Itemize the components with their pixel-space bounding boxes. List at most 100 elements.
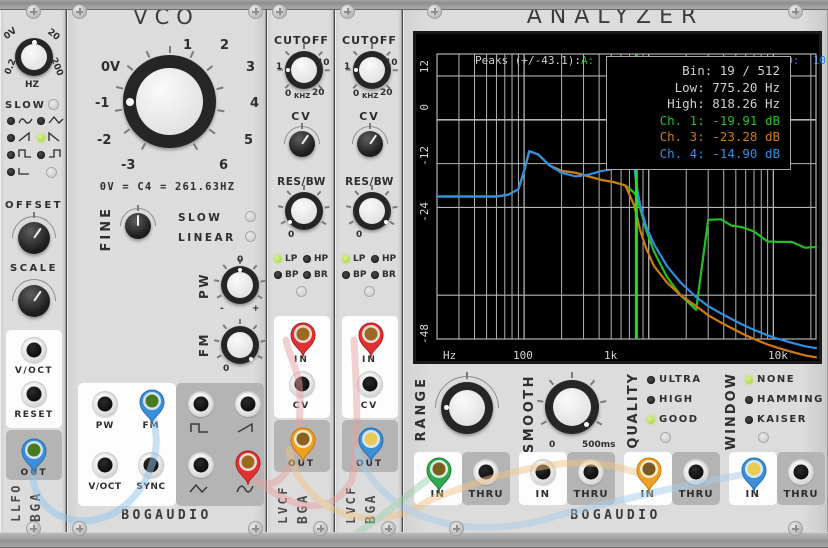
- analyzer-ch1-thru-label: THRU: [468, 489, 504, 500]
- vcf1-cutoff-tick-1: 1: [276, 62, 283, 72]
- vcf1-mode-button[interactable]: [296, 286, 307, 297]
- vco-freq-tick-0v: 0V: [101, 60, 121, 75]
- vcf1-cutoff-label: CUTOFF: [274, 34, 329, 47]
- vcf1-out-port-plug[interactable]: [288, 425, 316, 463]
- lfo-wave-led-square[interactable]: [7, 151, 15, 159]
- vco-pw-tick-minus: -: [220, 304, 224, 314]
- screw-icon: [26, 4, 41, 19]
- analyzer-quality-led-good[interactable]: [647, 416, 655, 424]
- analyzer-quality-led-ultra[interactable]: [647, 376, 655, 384]
- vco-slow-button[interactable]: [245, 211, 256, 222]
- lfo-out-port-plug[interactable]: [19, 436, 47, 474]
- analyzer-display[interactable]: Peaks (+/-43.1):A: 107.7 C: 107.7 D: 107…: [413, 31, 827, 377]
- vco-freq-tick-minus1: -1: [95, 96, 110, 111]
- y-axis-tick-12: 12: [418, 60, 431, 74]
- vco-freq-tick-4: 4: [250, 96, 260, 111]
- vcf1-cv-port[interactable]: [289, 371, 315, 397]
- module-lfo: 0V 20 200 0.2 HZ SLOW OFFSET SCALE V/OCT…: [0, 0, 66, 540]
- vcf2-mode-button[interactable]: [364, 286, 375, 297]
- vco-fine-knob[interactable]: [125, 213, 151, 239]
- vco-fm-port-plug[interactable]: [137, 387, 165, 425]
- vcf2-mode-label-br: BR: [382, 270, 396, 280]
- analyzer-ch1-in-port-plug[interactable]: [424, 455, 452, 493]
- vco-sine-out-port-plug[interactable]: [233, 448, 261, 486]
- vcf2-mode-led-bp[interactable]: [342, 271, 350, 279]
- screw-icon: [381, 521, 396, 536]
- vcf1-mode-led-br[interactable]: [303, 271, 311, 279]
- vcf2-mode-led-lp[interactable]: [342, 255, 350, 263]
- analyzer-window-label-hamming: HAMMING: [757, 394, 824, 405]
- vco-sync-port-label: SYNC: [136, 482, 166, 492]
- vco-square-out-port[interactable]: [188, 391, 214, 417]
- lfo-wave-led-step[interactable]: [37, 151, 45, 159]
- vcf2-in-port-plug[interactable]: [356, 320, 384, 358]
- screw-icon: [788, 521, 803, 536]
- module-analyzer: ANALYZER Peaks (+/-43.1):A: 107.7 C: 107…: [403, 0, 828, 540]
- vcf2-mode-label-bp: BP: [353, 270, 367, 280]
- lfo-slow-button[interactable]: [48, 99, 59, 110]
- vco-pw-tick-0: 0: [237, 255, 244, 265]
- analyzer-quality-led-high[interactable]: [647, 396, 655, 404]
- analyzer-ch2-thru-port[interactable]: [578, 459, 604, 485]
- vco-pw-port[interactable]: [92, 391, 118, 417]
- analyzer-ch3-thru-port[interactable]: [683, 459, 709, 485]
- lfo-rate-tick-200: 200: [48, 56, 65, 78]
- vcf1-mode-selector: LP HP BP BR: [273, 253, 331, 301]
- vco-triangle-out-port[interactable]: [188, 452, 214, 478]
- lfo-voct-port[interactable]: [21, 337, 47, 363]
- vcf1-cv-knob[interactable]: [289, 131, 315, 157]
- lfo-wave-led-ramp-down[interactable]: [37, 134, 45, 142]
- lfo-wave-led-pulse[interactable]: [7, 168, 15, 176]
- vcf2-cv-knob[interactable]: [357, 131, 383, 157]
- lfo-rate-knob[interactable]: [15, 38, 53, 76]
- rack-rail-top: [0, 0, 828, 10]
- vco-sync-port[interactable]: [138, 452, 164, 478]
- analyzer-ch4-in-port-plug[interactable]: [739, 455, 767, 493]
- vcf1-mode-led-bp[interactable]: [274, 271, 282, 279]
- vcf2-mode-led-br[interactable]: [371, 271, 379, 279]
- vcf1-mode-led-hp[interactable]: [303, 255, 311, 263]
- vco-saw-out-port[interactable]: [235, 391, 261, 417]
- vcf2-cutoff-label: CUTOFF: [342, 34, 397, 47]
- vcf2-res-tick-0: 0: [356, 230, 363, 240]
- ramp-down-wave-icon: [48, 131, 60, 142]
- analyzer-window-led-hamming[interactable]: [745, 396, 753, 404]
- analyzer-window-led-none[interactable]: [745, 376, 753, 384]
- lfo-wave-led-ramp-up[interactable]: [7, 134, 15, 142]
- lfo-reset-port[interactable]: [21, 381, 47, 407]
- analyzer-quality-button[interactable]: [660, 432, 671, 443]
- lfo-wave-led-sine[interactable]: [7, 117, 15, 125]
- analyzer-range-knob[interactable]: [441, 382, 493, 434]
- vcf1-mode-label-bp: BP: [285, 270, 299, 280]
- lfo-scale-knob[interactable]: [18, 285, 50, 317]
- vcf1-in-port-plug[interactable]: [288, 320, 316, 358]
- vcf1-mode-led-lp[interactable]: [274, 255, 282, 263]
- tooltip-high-label: High:: [667, 96, 705, 111]
- lfo-wave-led-triangle[interactable]: [37, 117, 45, 125]
- y-axis-tick-minus48: -48: [418, 324, 431, 344]
- analyzer-brand-label: BOGAUDIO: [570, 508, 661, 523]
- vcf1-cutoff-ticks: [277, 44, 330, 89]
- square-wave-icon: [190, 423, 208, 433]
- analyzer-ch3-in-port-plug[interactable]: [634, 455, 662, 493]
- analyzer-window-button[interactable]: [758, 432, 769, 443]
- x-axis-label: Hz: [443, 349, 457, 362]
- analyzer-ch4-thru-port[interactable]: [788, 459, 814, 485]
- analyzer-window-led-kaiser[interactable]: [745, 416, 753, 424]
- vcf2-cutoff-tick-0: 0: [353, 89, 360, 99]
- screw-icon: [26, 521, 41, 536]
- vcf2-mode-led-hp[interactable]: [371, 255, 379, 263]
- analyzer-ch1-thru-port[interactable]: [473, 459, 499, 485]
- analyzer-ch2-in-port[interactable]: [530, 459, 556, 485]
- vcf2-mode-selector: LP HP BP BR: [341, 253, 399, 301]
- vcf2-cv-port[interactable]: [357, 371, 383, 397]
- vcf2-out-port-plug[interactable]: [356, 425, 384, 463]
- lfo-wave-reset-button[interactable]: [46, 167, 57, 178]
- lfo-offset-knob[interactable]: [18, 222, 50, 254]
- vcf2-cv-tick: [369, 123, 371, 129]
- vco-linear-button[interactable]: [245, 231, 256, 242]
- vco-fine-label: FINE: [99, 206, 114, 252]
- vco-voct-port[interactable]: [92, 452, 118, 478]
- module-vcf-2: CUTOFF 1 10 0 20 KHZ CV RES/BW 0 LP HP B…: [335, 0, 402, 540]
- screw-icon: [248, 4, 263, 19]
